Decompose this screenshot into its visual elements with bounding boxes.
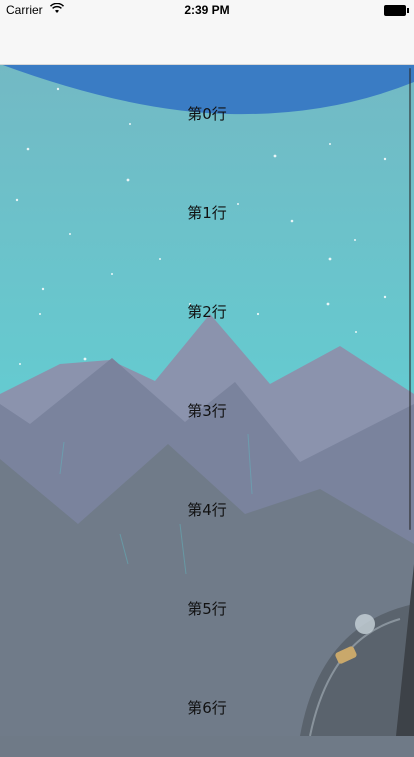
row-label: 第0行 [187,105,227,123]
table-row[interactable]: 第1行 [0,163,414,262]
table-row[interactable]: 第4行 [0,460,414,559]
table-row[interactable]: 第5行 [0,559,414,658]
table-row[interactable]: 第0行 [0,64,414,163]
row-label: 第6行 [187,699,227,717]
navigation-bar [0,20,414,65]
table-view[interactable]: 第0行 第1行 第2行 第3行 第4行 第5行 第6行 [0,64,414,736]
row-label: 第5行 [187,600,227,618]
status-time: 2:39 PM [184,3,230,17]
scroll-indicator[interactable] [408,68,411,530]
battery-icon [384,5,409,16]
row-label: 第4行 [187,501,227,519]
row-label: 第1行 [187,204,227,222]
table-row[interactable]: 第2行 [0,262,414,361]
row-label: 第3行 [187,402,227,420]
table-row[interactable]: 第3行 [0,361,414,460]
status-bar: Carrier 2:39 PM [0,0,414,20]
table-row[interactable]: 第6行 [0,658,414,757]
row-label: 第2行 [187,303,227,321]
